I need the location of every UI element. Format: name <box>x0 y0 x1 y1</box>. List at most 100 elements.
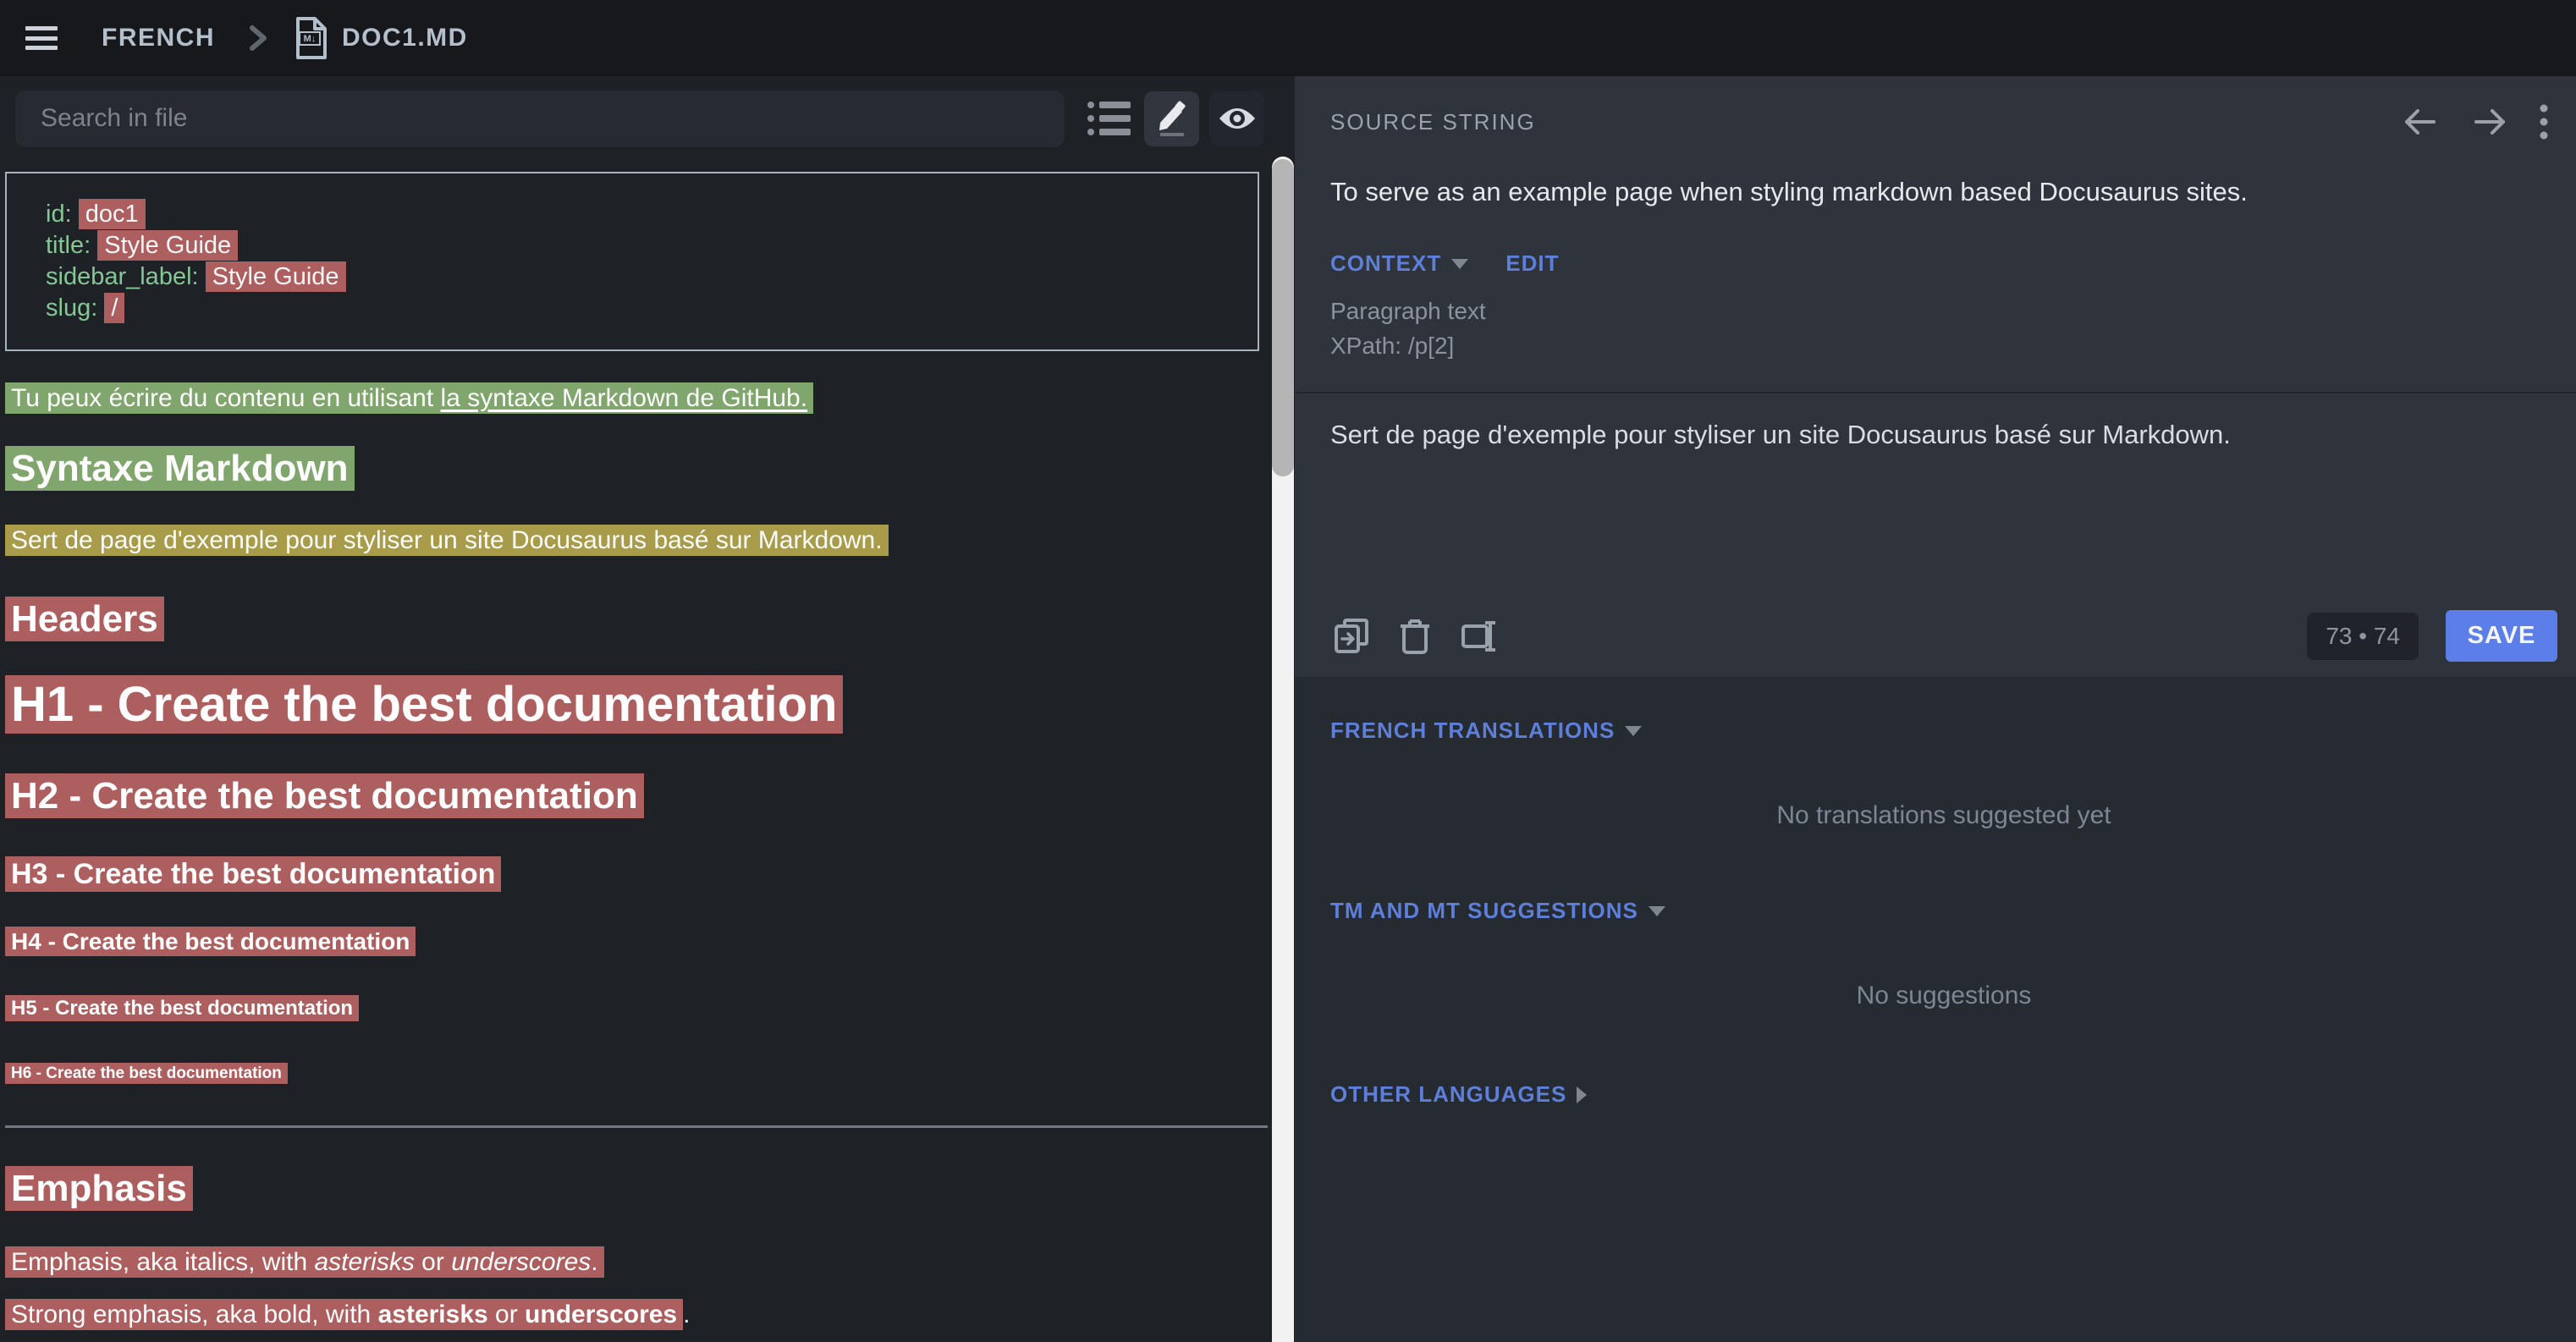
document-toolbar <box>0 76 1271 161</box>
heading-syntax: Syntaxe Markdown <box>5 445 1266 492</box>
source-string-heading[interactable]: H3 - Create the best documentation <box>5 856 501 892</box>
arrow-right-icon <box>2473 107 2507 136</box>
translation-input[interactable]: Sert de page d'exemple pour styliser un … <box>1330 393 2557 451</box>
yaml-key: slug: <box>46 294 97 322</box>
bold-segment: asterisks <box>378 1301 488 1328</box>
translation-toolbar: 73 • 74 SAVE <box>1330 610 2557 677</box>
source-string-text: To serve as an example page when styling… <box>1330 176 2557 208</box>
text-selection-icon <box>1461 618 1498 655</box>
frontmatter-line: title: Style Guide <box>46 230 1219 261</box>
source-string-header: SOURCE STRING <box>1330 76 2557 140</box>
clear-translation-button[interactable] <box>1396 614 1434 658</box>
save-button[interactable]: SAVE <box>2446 610 2557 662</box>
document-content: id: doc1 title: Style Guide sidebar_labe… <box>0 161 1271 1342</box>
copy-source-button[interactable] <box>1330 614 1373 658</box>
markdown-badge: M↓ <box>299 31 321 46</box>
horizontal-rule <box>5 1125 1268 1128</box>
arrow-left-icon <box>2403 107 2437 136</box>
source-string-section: SOURCE STRING <box>1295 76 2576 677</box>
document-scrollbar <box>1271 76 1295 1342</box>
text-segment: or <box>415 1248 451 1276</box>
context-details: Paragraph text XPath: /p[2] <box>1330 294 2557 363</box>
selected-source-string[interactable]: Sert de page d'exemple pour styliser un … <box>5 525 889 556</box>
dropdown-triangle-icon <box>1649 906 1665 916</box>
breadcrumb-file: DOC1.MD <box>342 24 468 52</box>
suggestions-section: FRENCH TRANSLATIONS No translations sugg… <box>1295 677 2576 1342</box>
yaml-key: sidebar_label: <box>46 263 199 290</box>
tm-mt-suggestions-toggle[interactable]: TM AND MT SUGGESTIONS <box>1330 898 1638 924</box>
heading-h2: H2 - Create the best documentation <box>5 773 1266 820</box>
source-string-strong[interactable]: Strong emphasis, aka bold, with asterisk… <box>5 1299 683 1330</box>
collapsed-triangle-icon <box>1577 1086 1587 1103</box>
source-string-heading[interactable]: H5 - Create the best documentation <box>5 995 359 1021</box>
chevron-right-icon <box>247 24 269 52</box>
source-string-heading[interactable]: Headers <box>5 597 164 641</box>
edit-context-button[interactable]: EDIT <box>1505 250 1559 277</box>
french-translations-toggle[interactable]: FRENCH TRANSLATIONS <box>1330 718 1615 744</box>
kebab-menu-icon <box>2539 103 2549 140</box>
frontmatter-block: id: doc1 title: Style Guide sidebar_labe… <box>5 172 1259 351</box>
text-segment: . <box>683 1301 690 1328</box>
heading-headers: Headers <box>5 596 1266 643</box>
yaml-value-string[interactable]: Style Guide <box>97 230 238 261</box>
scrollbar-thumb[interactable] <box>1272 159 1294 476</box>
source-string-heading[interactable]: H1 - Create the best documentation <box>5 675 843 734</box>
context-line: XPath: /p[2] <box>1330 328 2557 363</box>
source-string-emphasis[interactable]: Emphasis, aka italics, with asterisks or… <box>5 1246 604 1278</box>
context-toggle[interactable]: CONTEXT <box>1330 250 1441 277</box>
italic-segment: underscores <box>451 1248 591 1276</box>
select-text-button[interactable] <box>1457 614 1501 658</box>
text-segment: Emphasis, aka italics, with <box>11 1248 314 1276</box>
strings-list-button[interactable] <box>1083 91 1134 146</box>
markdown-syntax-link[interactable]: la syntaxe Markdown de GitHub. <box>441 384 808 412</box>
source-string-heading[interactable]: Emphasis <box>5 1166 193 1211</box>
intro-text: Tu peux écrire du contenu en utilisant <box>11 384 441 412</box>
translation-editor-app: FRENCH M↓ DOC1.MD <box>0 0 2576 1342</box>
previous-string-button[interactable] <box>2398 102 2442 141</box>
char-count-badge: 73 • 74 <box>2307 613 2419 660</box>
source-string-heading[interactable]: H2 - Create the best documentation <box>5 773 644 818</box>
more-options-button[interactable] <box>2534 98 2554 146</box>
next-string-button[interactable] <box>2468 102 2512 141</box>
hamburger-menu-icon[interactable] <box>25 26 58 50</box>
yaml-value-string[interactable]: Style Guide <box>206 261 346 292</box>
heading-h5: H5 - Create the best documentation <box>5 995 1266 1021</box>
text-segment: or <box>488 1301 525 1328</box>
main-split: id: doc1 title: Style Guide sidebar_labe… <box>0 76 2576 1342</box>
yaml-value-string[interactable]: doc1 <box>79 199 146 229</box>
breadcrumb-project[interactable]: FRENCH <box>102 24 215 52</box>
context-line: Paragraph text <box>1330 294 2557 328</box>
source-string-intro[interactable]: Tu peux écrire du contenu en utilisant l… <box>5 382 813 414</box>
source-string-heading[interactable]: H6 - Create the best documentation <box>5 1063 288 1084</box>
heading-h4: H4 - Create the best documentation <box>5 927 1266 957</box>
heading-h6: H6 - Create the best documentation <box>5 1062 1266 1085</box>
text-segment: Strong emphasis, aka bold, with <box>11 1301 378 1328</box>
text-segment: . <box>591 1248 597 1276</box>
source-string-heading[interactable]: H4 - Create the best documentation <box>5 927 416 956</box>
translation-editor: Sert de page d'exemple pour styliser un … <box>1330 393 2557 677</box>
frontmatter-line: id: doc1 <box>46 199 1219 230</box>
heading-emphasis: Emphasis <box>5 1165 1266 1213</box>
frontmatter-line: sidebar_label: Style Guide <box>46 261 1219 293</box>
translation-panel: SOURCE STRING <box>1295 76 2576 1342</box>
preview-mode-button[interactable] <box>1209 91 1264 146</box>
source-string-heading[interactable]: Syntaxe Markdown <box>5 446 355 491</box>
heading-h1: H1 - Create the best documentation <box>5 674 1266 735</box>
tm-mt-suggestions-empty: No suggestions <box>1330 924 2557 1068</box>
scrollbar-track[interactable] <box>1272 157 1294 1342</box>
yaml-value-string[interactable]: / <box>104 293 124 323</box>
yaml-key: title: <box>46 232 91 259</box>
copy-icon <box>1334 618 1369 655</box>
frontmatter-line: slug: / <box>46 293 1219 324</box>
paragraph: Tu peux écrire du contenu en utilisant l… <box>5 382 1266 415</box>
markdown-file-icon: M↓ <box>293 16 328 60</box>
topbar: FRENCH M↓ DOC1.MD <box>0 0 2576 76</box>
dropdown-triangle-icon <box>1625 726 1642 736</box>
document-panel: id: doc1 title: Style Guide sidebar_labe… <box>0 76 1271 1342</box>
french-translations-empty: No translations suggested yet <box>1330 744 2557 888</box>
search-input[interactable] <box>15 91 1065 147</box>
context-block: CONTEXT EDIT Paragraph text XPath: /p[2] <box>1330 250 2557 363</box>
section-title: SOURCE STRING <box>1330 109 1536 135</box>
edit-mode-button[interactable] <box>1144 91 1199 146</box>
other-languages-toggle[interactable]: OTHER LANGUAGES <box>1330 1081 1566 1108</box>
